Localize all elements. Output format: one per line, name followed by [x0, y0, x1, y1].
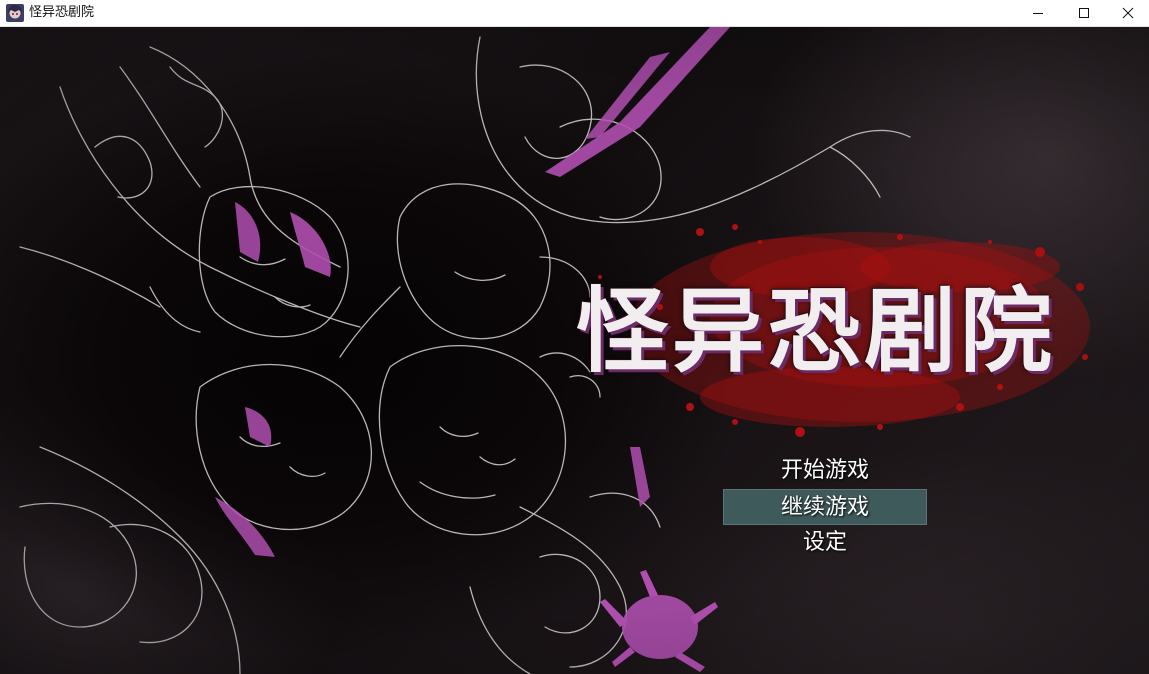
game-logo: 怪异恐剧院 [576, 277, 1096, 397]
app-icon [6, 4, 24, 22]
close-icon [1122, 7, 1134, 19]
maximize-icon [1079, 8, 1089, 18]
close-button[interactable] [1105, 0, 1149, 26]
game-logo-text: 怪异恐剧院 [576, 278, 1057, 385]
game-title-screen[interactable]: 怪异恐剧院 开始游戏 继续游戏 设定 [0, 27, 1149, 674]
menu-item-settings[interactable]: 设定 [723, 525, 927, 561]
minimize-icon [1033, 13, 1043, 14]
maximize-button[interactable] [1061, 0, 1107, 26]
menu-item-continue[interactable]: 继续游戏 [723, 489, 927, 525]
window-titlebar[interactable]: 怪异恐剧院 [0, 0, 1149, 27]
title-menu: 开始游戏 继续游戏 设定 [723, 453, 927, 561]
minimize-button[interactable] [1015, 0, 1061, 26]
window-title: 怪异恐剧院 [29, 5, 95, 20]
menu-item-new-game[interactable]: 开始游戏 [723, 453, 927, 489]
